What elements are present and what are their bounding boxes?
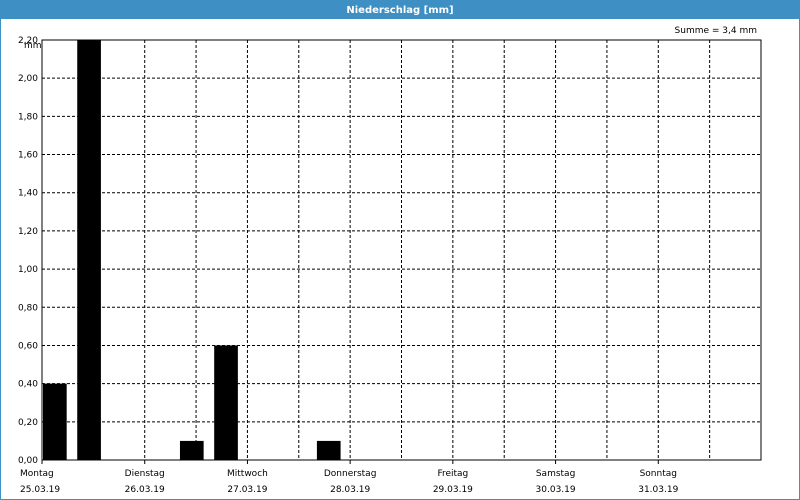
y-tick-label: 1,20 — [18, 227, 38, 237]
y-tick-label: 0,60 — [18, 341, 38, 351]
precip-bar — [214, 345, 238, 460]
x-tick-date-label: 26.03.19 — [125, 485, 165, 495]
x-tick-day-label: Samstag — [536, 469, 575, 479]
y-tick-label: 1,60 — [18, 151, 38, 161]
precip-bar — [316, 440, 341, 460]
y-tick-label: 0,00 — [18, 456, 38, 466]
precip-bar — [43, 383, 67, 460]
precipitation-chart: 0,00 0,20 0,40 0,60 0,80 1,00 1,20 1,40 1,60 1,80… — [18, 36, 762, 495]
x-tick-day-label: Freitag — [437, 469, 468, 479]
x-tick-date-label: 31.03.19 — [638, 485, 678, 495]
y-tick-label: 0,40 — [18, 380, 38, 390]
y-tick-label: 1,40 — [18, 189, 38, 199]
x-tick-date-label: 25.03.19 — [20, 485, 60, 495]
x-tick-day-label: Donnerstag — [324, 469, 377, 479]
x-tick-date-label: 28.03.19 — [330, 485, 370, 495]
precip-bar — [77, 40, 101, 460]
x-tick-date-label: 27.03.19 — [227, 485, 267, 495]
precip-bar — [179, 440, 204, 460]
x-tick-day-label: Sonntag — [640, 469, 677, 479]
y-tick-label: 2,00 — [18, 74, 38, 84]
x-tick-day-label: Mittwoch — [227, 469, 268, 479]
y-tick-label: 1,80 — [18, 112, 38, 122]
x-tick-day-label: Montag — [20, 469, 54, 479]
x-tick-day-label: Dienstag — [125, 469, 165, 479]
x-tick-date-label: 30.03.19 — [536, 485, 576, 495]
y-tick-label: 0,20 — [18, 418, 38, 428]
y-axis-label: mm — [24, 41, 42, 51]
y-tick-label: 0,80 — [18, 303, 38, 313]
y-tick-label: 1,00 — [18, 265, 38, 275]
x-tick-date-label: 29.03.19 — [433, 485, 473, 495]
